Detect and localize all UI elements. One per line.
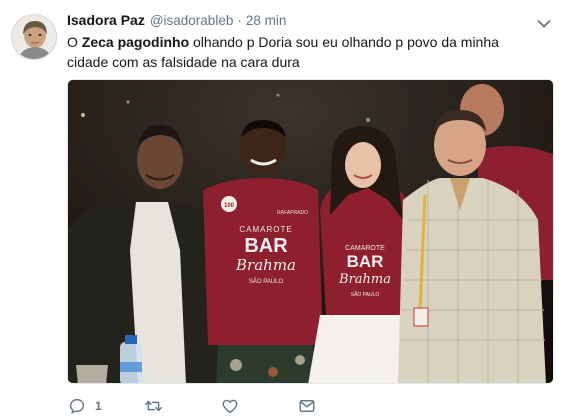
like-icon <box>221 397 239 415</box>
tweet-actions: 1 <box>67 396 367 416</box>
shirt-text-bar: BAR <box>244 235 288 257</box>
shirt-text-camarote: CAMAROTE <box>239 225 292 234</box>
shirt-text-brahma: Brahma <box>235 256 296 274</box>
retweet-button[interactable] <box>144 396 172 416</box>
reply-count: 1 <box>95 399 102 413</box>
like-button[interactable] <box>221 396 248 416</box>
chevron-down-icon[interactable] <box>537 16 551 28</box>
direct-message-button[interactable] <box>298 396 316 416</box>
author-name[interactable]: Isadora Paz <box>67 12 145 28</box>
reply-icon <box>68 397 86 415</box>
tweet-text: O Zeca pagodinho olhando p Doria sou eu … <box>67 32 537 72</box>
avatar[interactable] <box>11 14 57 60</box>
retweet-icon <box>144 397 163 415</box>
tweet-timestamp[interactable]: 28 min <box>246 13 287 28</box>
shirt-text-city: SÃO PAULO <box>249 278 284 285</box>
shirt2-text-city: SÃO PAULO <box>351 291 380 298</box>
author-handle[interactable]: @isadorableb <box>150 13 234 28</box>
reply-button[interactable]: 1 <box>68 396 102 416</box>
shirt2-text-camarote: CAMAROTE <box>345 245 385 252</box>
shirt2-text-bar: BAR <box>347 252 384 271</box>
tweet-header: Isadora Paz @isadorableb · 28 min <box>67 12 286 32</box>
tweet-photo[interactable]: 100 RAFAPRADO CAMAROTE BAR Brahma SÃO PA… <box>67 79 554 384</box>
shirt2-text-brahma: Brahma <box>338 272 391 287</box>
tweet: Isadora Paz @isadorableb · 28 min O Zeca… <box>0 0 566 420</box>
direct-message-icon <box>298 397 316 415</box>
tweet-text-start: O <box>67 34 82 50</box>
shirt-logo-text: 100 <box>224 203 235 209</box>
separator-dot: · <box>237 13 242 28</box>
shirt-sleeve-label: RAFAPRADO <box>277 210 308 216</box>
tweet-text-bold: Zeca pagodinho <box>81 34 190 50</box>
